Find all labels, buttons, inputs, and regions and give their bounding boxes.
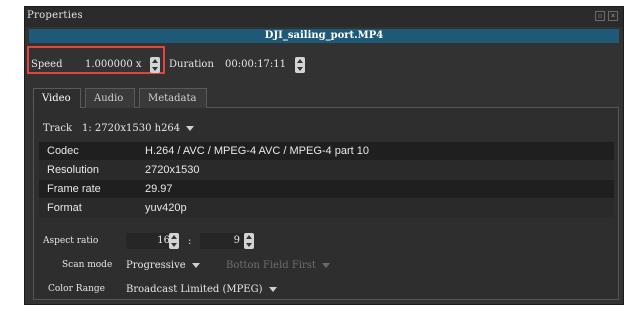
tab-bar: Video Audio Metadata xyxy=(33,88,619,109)
tab-metadata[interactable]: Metadata xyxy=(139,88,207,108)
float-icon[interactable]: ▫ xyxy=(595,11,605,21)
track-select[interactable]: 1: 2720x1530 h264 xyxy=(82,123,195,134)
property-key: Format xyxy=(47,202,82,214)
video-tab-content: Track 1: 2720x1530 h264 Codec H.264 / AV… xyxy=(33,108,619,300)
panel-title: Properties xyxy=(27,10,83,21)
tab-video-label: Video xyxy=(42,93,71,104)
aspect-ratio-label: Aspect ratio xyxy=(43,236,99,246)
tab-audio-label: Audio xyxy=(94,93,124,104)
scan-mode-label: Scan mode xyxy=(62,260,113,270)
title-bar: Properties ▫ × xyxy=(25,7,623,27)
track-label: Track xyxy=(43,123,73,134)
file-name-bar: DJI_sailing_port.MP4 xyxy=(29,29,619,43)
tab-video[interactable]: Video xyxy=(33,88,81,109)
chevron-down-icon xyxy=(321,263,330,268)
properties-table: Codec H.264 / AVC / MPEG-4 AVC / MPEG-4 … xyxy=(39,142,614,218)
tab-metadata-label: Metadata xyxy=(148,93,197,104)
aspect-height-spinner[interactable] xyxy=(244,233,254,249)
aspect-height-input[interactable]: 9 xyxy=(200,233,244,249)
color-range-label: Color Range xyxy=(48,284,105,294)
speed-spinner[interactable] xyxy=(150,57,160,73)
track-select-value: 1: 2720x1530 h264 xyxy=(82,123,181,134)
chevron-down-icon xyxy=(191,263,200,268)
close-icon[interactable]: × xyxy=(608,11,618,21)
table-row: Format yuv420p xyxy=(39,199,614,218)
table-row: Frame rate 29.97 xyxy=(39,180,614,199)
aspect-separator: : xyxy=(188,236,192,247)
property-key: Frame rate xyxy=(47,183,101,195)
property-value: H.264 / AVC / MPEG-4 AVC / MPEG-4 part 1… xyxy=(145,145,369,157)
scan-mode-value: Progressive xyxy=(126,260,186,271)
tab-audio[interactable]: Audio xyxy=(85,88,135,108)
field-order-value: Botton Field First xyxy=(226,260,316,271)
duration-spinner[interactable] xyxy=(295,57,305,73)
aspect-width-input[interactable]: 16 xyxy=(126,233,174,249)
speed-label: Speed xyxy=(31,59,63,70)
duration-input[interactable]: 00:00:17:11 xyxy=(225,59,286,70)
property-value: 29.97 xyxy=(145,183,173,195)
file-name: DJI_sailing_port.MP4 xyxy=(264,30,384,41)
aspect-width-spinner[interactable] xyxy=(169,233,179,249)
speed-input[interactable]: 1.000000 x xyxy=(85,59,142,70)
color-range-select[interactable]: Broadcast Limited (MPEG) xyxy=(126,284,277,295)
duration-label: Duration xyxy=(169,59,214,70)
field-order-select: Botton Field First xyxy=(226,260,330,271)
property-value: yuv420p xyxy=(145,202,187,214)
property-value: 2720x1530 xyxy=(145,164,200,176)
chevron-down-icon xyxy=(268,287,277,292)
scan-mode-select[interactable]: Progressive xyxy=(126,260,200,271)
property-key: Codec xyxy=(47,145,79,157)
table-row: Codec H.264 / AVC / MPEG-4 AVC / MPEG-4 … xyxy=(39,142,614,161)
properties-panel: Properties ▫ × DJI_sailing_port.MP4 Spee… xyxy=(24,6,624,305)
color-range-value: Broadcast Limited (MPEG) xyxy=(126,284,263,295)
chevron-down-icon xyxy=(186,126,195,131)
property-key: Resolution xyxy=(47,164,99,176)
table-row: Resolution 2720x1530 xyxy=(39,161,614,180)
